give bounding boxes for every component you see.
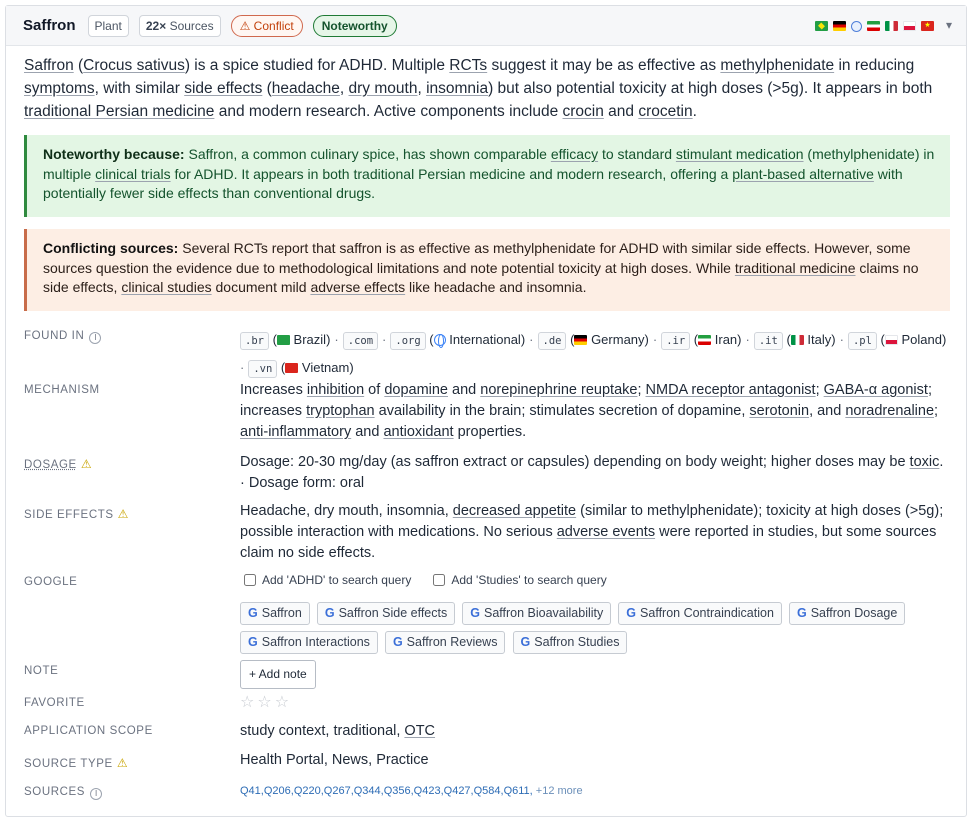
add-note-button[interactable]: + Add note	[240, 660, 316, 689]
side-effects-label: Side effects ⚠	[24, 507, 129, 521]
tld-badge: .com	[342, 332, 379, 350]
google-search-button[interactable]: G Saffron Contraindication	[618, 602, 782, 625]
tld-badge: .org	[390, 332, 426, 350]
brazil-flag-icon	[276, 335, 290, 345]
country-flags: ★	[815, 21, 934, 32]
sources-label: Sources i	[24, 786, 224, 800]
noteworthy-badge: Noteworthy	[312, 14, 397, 37]
tld-badge: .it	[753, 332, 783, 350]
google-g-icon: G	[248, 635, 258, 649]
poland-flag-icon	[884, 335, 898, 345]
application-scope-value: study context, traditional, OTC	[240, 723, 436, 739]
conflict-callout: Conflicting sources: Several RCTs report…	[24, 229, 950, 311]
google-g-icon: G	[248, 606, 258, 620]
info-icon[interactable]: i	[90, 788, 103, 800]
google-g-icon: G	[520, 635, 531, 649]
note-value: + Add note	[240, 660, 952, 689]
entry-title: Saffron	[23, 17, 76, 34]
google-search-button[interactable]: G Saffron Reviews	[384, 631, 506, 654]
vietnam-flag-icon	[285, 363, 299, 373]
more-sources-link[interactable]: +12 more	[533, 785, 583, 797]
entry-card: Saffron Plant 22× Sources ⚠ Conflict Not…	[5, 5, 967, 817]
collapse-chevron-icon[interactable]: ▾	[946, 18, 952, 32]
warning-icon: ⚠	[117, 507, 129, 521]
mechanism-label: Mechanism	[24, 384, 100, 396]
google-g-icon: G	[392, 635, 403, 649]
dosage-label: Dosage ⚠	[24, 457, 92, 471]
tld-badge: .br	[240, 332, 269, 350]
google-search-button[interactable]: G Saffron Bioavailability	[462, 602, 612, 625]
google-g-icon: G	[470, 606, 480, 620]
tld-badge: .pl	[847, 332, 877, 350]
warning-icon: ⚠	[80, 457, 92, 471]
summary-text: Saffron (Crocus sativus) is a spice stud…	[24, 57, 933, 120]
add-studies-checkbox[interactable]: Add 'Studies' to search query	[429, 572, 607, 588]
add-adhd-checkbox[interactable]: Add 'ADHD' to search query	[240, 572, 411, 588]
google-search-buttons: G Saffron G Saffron Side effects G Saffron …	[240, 602, 952, 660]
google-search-button[interactable]: G Saffron	[240, 602, 310, 625]
italy-flag-icon	[790, 335, 804, 345]
warning-icon: ⚠	[116, 756, 128, 770]
brazil-flag-icon	[815, 21, 828, 31]
entry-header[interactable]: Saffron Plant 22× Sources ⚠ Conflict Not…	[6, 6, 966, 46]
info-icon[interactable]: i	[89, 332, 102, 344]
type-chip: Plant	[87, 14, 129, 37]
iran-flag-icon	[698, 335, 712, 345]
germany-flag-icon	[574, 335, 588, 345]
source-type-label: Source type ⚠	[24, 756, 128, 770]
google-search-button[interactable]: G Saffron Dosage	[788, 602, 906, 625]
side-effects-value: Headache, dry mouth, insomnia, decreased…	[240, 503, 944, 561]
found-in-label: Found in i	[24, 330, 224, 344]
poland-flag-icon	[903, 21, 916, 31]
google-label: Google	[24, 576, 78, 588]
italy-flag-icon	[885, 21, 898, 31]
found-in-value: .br ( Brazil) · .com · .org ( International)…	[240, 326, 952, 382]
mechanism-value: Increases inhibition of dopamine and nor…	[240, 382, 939, 440]
add-studies-input[interactable]	[433, 574, 446, 586]
dosage-value: Dosage: 20-30 mg/day (as saffron extract…	[240, 454, 944, 491]
tld-badge: .vn	[248, 360, 278, 378]
google-search-button[interactable]: G Saffron Interactions	[240, 631, 378, 654]
google-value: Add 'ADHD' to search query Add 'Studies'…	[240, 572, 952, 660]
tld-badge: .de	[537, 332, 567, 350]
sources-value[interactable]: Q41,Q206,Q220,Q267,Q344,Q356,Q423,Q427,Q…	[240, 784, 952, 798]
noteworthy-callout: Noteworthy because: Saffron, a common cu…	[24, 135, 950, 217]
tld-badge: .ir	[661, 332, 691, 350]
conflict-badge: ⚠ Conflict	[230, 14, 303, 37]
google-search-button[interactable]: G Saffron Studies	[512, 631, 628, 654]
sources-chip: 22× Sources	[138, 14, 221, 37]
sources-list[interactable]: Q41,Q206,Q220,Q267,Q344,Q356,Q423,Q427,Q…	[240, 785, 533, 797]
add-adhd-input[interactable]	[244, 574, 256, 586]
note-label: Note	[24, 665, 59, 677]
vietnam-flag-icon: ★	[921, 21, 934, 31]
application-scope-label: Application scope	[24, 725, 153, 737]
google-g-icon: G	[626, 606, 637, 620]
google-g-icon: G	[324, 606, 335, 620]
favorite-label: Favorite	[24, 697, 85, 709]
germany-flag-icon	[833, 21, 846, 31]
favorite-value: ☆☆☆	[240, 692, 952, 714]
source-type-value: Health Portal, News, Practice	[240, 752, 429, 768]
google-g-icon: G	[796, 606, 807, 620]
globe-icon	[433, 334, 446, 348]
iran-flag-icon	[867, 21, 880, 31]
globe-icon	[851, 21, 862, 32]
star-rating-icon[interactable]: ☆☆☆	[240, 694, 292, 711]
google-search-button[interactable]: G Saffron Side effects	[316, 602, 456, 625]
